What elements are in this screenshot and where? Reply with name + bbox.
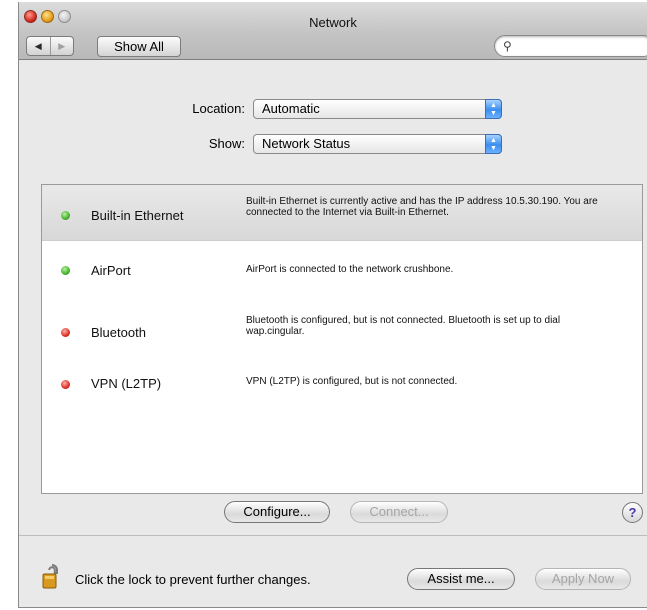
network-status-list: Built-in Ethernet Built-in Ethernet is c… [41,184,643,494]
search-icon: ⚲ [503,39,512,53]
service-name: Bluetooth [91,325,146,340]
service-description: Bluetooth is configured, but is not conn… [246,315,561,337]
list-item[interactable]: AirPort AirPort is connected to the netw… [42,242,642,298]
list-item[interactable]: Bluetooth Bluetooth is configured, but i… [42,299,642,355]
status-green-icon [61,211,70,220]
service-description: Built-in Ethernet is currently active an… [246,196,598,218]
status-green-icon [61,266,70,275]
apply-now-button[interactable]: Apply Now [535,568,631,590]
service-name: AirPort [91,263,131,278]
forward-arrow-icon[interactable]: ▶ [49,37,74,55]
service-name: VPN (L2TP) [91,376,162,391]
assist-me-button[interactable]: Assist me... [407,568,515,590]
show-all-button[interactable]: Show All [97,36,181,57]
divider [19,535,647,536]
status-red-icon [61,380,70,389]
service-description: AirPort is connected to the network crus… [246,264,454,275]
show-label: Show: [208,136,245,151]
list-item[interactable]: Built-in Ethernet Built-in Ethernet is c… [42,185,642,241]
location-value: Automatic [262,101,320,116]
configure-button[interactable]: Configure... [224,501,330,523]
location-label: Location: [192,101,245,116]
service-description: VPN (L2TP) is configured, but is not con… [246,376,458,387]
popup-arrows-icon: ▲ ▼ [485,99,502,119]
status-red-icon [61,328,70,337]
window-title: Network [309,15,357,30]
connect-button[interactable]: Connect... [350,501,448,523]
search-field[interactable]: ⚲ [494,35,647,57]
back-arrow-icon[interactable]: ◀ [27,37,50,55]
show-popup[interactable]: Network Status ▲ ▼ [253,134,502,154]
lock-message: Click the lock to prevent further change… [75,572,311,587]
lock-icon[interactable] [41,562,63,590]
title-bar: Network ◀ ▶ Show All ⚲ [19,2,647,60]
list-item[interactable]: VPN (L2TP) VPN (L2TP) is configured, but… [42,356,642,412]
location-popup[interactable]: Automatic ▲ ▼ [253,99,502,119]
show-value: Network Status [262,136,351,151]
help-button[interactable]: ? [622,502,643,523]
service-name: Built-in Ethernet [91,208,184,223]
navigation-buttons: ◀ ▶ [26,36,74,56]
network-preferences-window: Network ◀ ▶ Show All ⚲ Location: Automat… [18,2,647,608]
popup-arrows-icon: ▲ ▼ [485,134,502,154]
